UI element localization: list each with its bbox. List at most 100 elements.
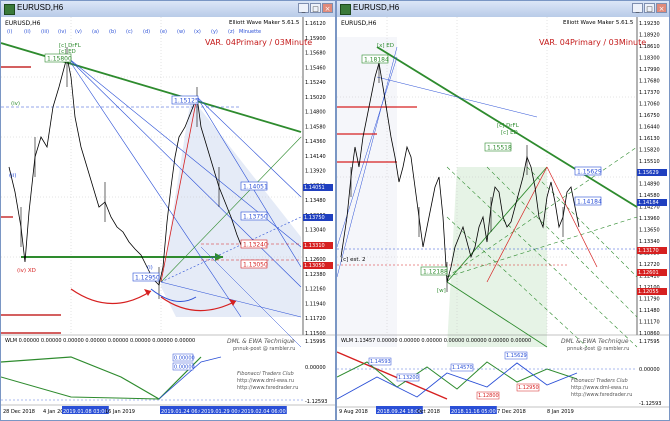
top-scale-label: (iv) [58, 29, 66, 35]
price-axis-label: 1.11170 [639, 320, 660, 326]
right-level-box-peak: 1.18184 [364, 57, 389, 64]
price-axis-label: 1.18610 [639, 44, 660, 50]
price-axis-label: 1.15680 [305, 51, 326, 57]
price-axis-label: 1.11790 [639, 297, 660, 303]
left-sub-axis-mid: 0.00000 [305, 365, 326, 371]
level-box-r2: 1.13750 [243, 214, 268, 221]
left-sub-box-1: 0.00000 [174, 356, 195, 362]
left-footer-3: http://www.fxredrader.ru [237, 385, 298, 391]
time-axis-label: 16 Jan 2019 [105, 409, 135, 415]
left-brand-2: pnnuk-post @ rambler.ru [233, 346, 295, 352]
level-box-r3: 1.13240 [243, 242, 268, 249]
price-axis-label: 1.15820 [639, 147, 660, 153]
close-button[interactable]: × [322, 3, 333, 13]
time-axis-label: 2018.11.16 05:00 [451, 409, 496, 415]
wave-label-c-ed: [c] ED [59, 49, 76, 55]
top-scale-label: (e) [160, 29, 167, 35]
price-tag: 1.12601 [638, 270, 659, 276]
price-axis-label: 1.18300 [639, 55, 660, 61]
price-tag: 1.13170 [638, 248, 659, 254]
minimize-button[interactable]: _ [298, 3, 309, 13]
right-wave-label-w: [w] [437, 288, 446, 294]
price-axis-label: 1.16750 [639, 113, 660, 119]
price-axis-label: 1.18920 [639, 32, 660, 38]
time-axis-label: 2019.01.29 00:00 [201, 409, 246, 415]
wave-label-i: (i) [147, 265, 153, 271]
right-chart-window[interactable]: EURUSD,H6 _ □ × 1.18184 1.15518 1.12188 … [336, 0, 670, 421]
price-axis-label: 1.15900 [305, 36, 326, 42]
price-tag: 1.14184 [638, 200, 659, 206]
top-scale-label: (y) [211, 29, 218, 35]
price-axis-label: 1.11500 [305, 331, 326, 337]
level-box-peak: 1.15800 [47, 56, 72, 63]
maximize-button[interactable]: □ [644, 3, 655, 13]
sub-value-text: 1.14593 [370, 359, 391, 365]
right-level-box-mid-peak: 1.15518 [487, 145, 512, 152]
price-axis-label: 1.16440 [639, 124, 660, 130]
sub-value-text: 1.14570 [452, 365, 473, 371]
time-axis-label: 7 Dec 2018 [497, 409, 526, 415]
left-symbol-label: EURUSD,H6 [5, 20, 41, 27]
price-axis-label: 1.13340 [639, 239, 660, 245]
price-axis-label: 1.15510 [639, 159, 660, 165]
right-price-chart[interactable]: 1.18184 1.15518 1.12188 1.15629 1.14184 … [337, 17, 669, 420]
time-axis-label: 2019.02.04 06:00 [241, 409, 286, 415]
sub-value-text: 1.12950 [518, 385, 539, 391]
right-title-bar[interactable]: EURUSD,H6 _ □ × [337, 1, 669, 18]
top-scale-label: (x) [194, 29, 201, 35]
top-scale-label: (i) [7, 29, 12, 35]
top-scale-label: (v) [75, 29, 82, 35]
price-axis-label: 1.14580 [639, 193, 660, 199]
chart-icon [340, 4, 351, 15]
left-price-chart[interactable]: 1.15800 1.15125 1.12950 1.14051 1.13750 … [1, 17, 335, 420]
level-box-mid-peak: 1.15125 [174, 98, 199, 105]
price-axis-label: 1.13650 [639, 228, 660, 234]
price-axis-label: 1.14800 [305, 110, 326, 116]
price-axis-label: 1.13960 [639, 216, 660, 222]
top-scale-label: (ii) [24, 29, 31, 35]
time-axis-label: 9 Aug 2018 [339, 409, 368, 415]
right-sub-axis-low: -1.12593 [639, 401, 661, 407]
price-axis-label: 1.15240 [305, 80, 326, 86]
right-symbol-label: EURUSD,H6 [341, 20, 377, 27]
top-scale-label: (b) [109, 29, 116, 35]
time-axis-label: Oct 2018 [417, 409, 440, 415]
price-tag: 1.12055 [638, 289, 659, 295]
price-tag: 1.15629 [638, 170, 659, 176]
price-axis-label: 1.14360 [305, 139, 326, 145]
right-sub-axis-mid: 0.00000 [639, 367, 660, 373]
minimize-button[interactable]: _ [632, 3, 643, 13]
left-sub-axis-top: 1.15995 [305, 339, 326, 345]
price-tag: 1.14051 [304, 185, 325, 191]
left-brand-1: DML & EWA Technique [227, 338, 295, 345]
price-axis-label: 1.17370 [639, 90, 660, 96]
price-axis-label: 1.12720 [639, 262, 660, 268]
top-scale-label: (w) [177, 29, 185, 35]
right-variant-label: VAR. 04Primary / 03Minute [539, 38, 646, 47]
left-sub-axis-low: -1.12593 [305, 399, 327, 405]
right-footer-2: http://www.dml-ewa.ru [571, 385, 628, 391]
left-sub-indicator-label: WLM 0.00000 0.00000 0.00000 0.00000 0.00… [5, 338, 195, 344]
right-sub-indicator-label: WLM 1.13457 0.00000 0.00000 0.00000 0.00… [341, 338, 531, 344]
price-axis-label: 1.15020 [305, 95, 326, 101]
left-footer-1: Fibonacci Traders Club [237, 371, 294, 377]
right-wave-label-x: [x] ED [377, 43, 394, 49]
close-button[interactable]: × [656, 3, 667, 13]
sub-value-text: 1.13200 [398, 375, 419, 381]
left-chart-window[interactable]: EURUSD,H6 _ □ × 1.15800 1.15125 1.12950 … [0, 0, 336, 421]
right-footer-1: Fibonacci Traders Club [571, 378, 628, 384]
right-wave-label-c-drl: [c] DrFL [497, 123, 520, 129]
left-variant-label: VAR. 04Primary / 03Minute [205, 38, 312, 47]
price-axis-label: 1.12380 [305, 272, 326, 278]
price-axis-label: 1.11480 [639, 308, 660, 314]
top-scale-label: (d) [143, 29, 150, 35]
price-axis-label: 1.14140 [305, 154, 326, 160]
maximize-button[interactable]: □ [310, 3, 321, 13]
left-title-bar[interactable]: EURUSD,H6 _ □ × [1, 1, 335, 18]
price-tag: 1.13750 [304, 215, 325, 221]
price-axis-label: 1.13040 [305, 228, 326, 234]
price-axis-label: 1.10860 [639, 331, 660, 337]
right-sub-axis-top: 1.17595 [639, 339, 660, 345]
right-footer-3: http://www.fxredrader.ru [571, 392, 632, 398]
right-wave-label-est: [c] est. 2 [341, 257, 365, 263]
